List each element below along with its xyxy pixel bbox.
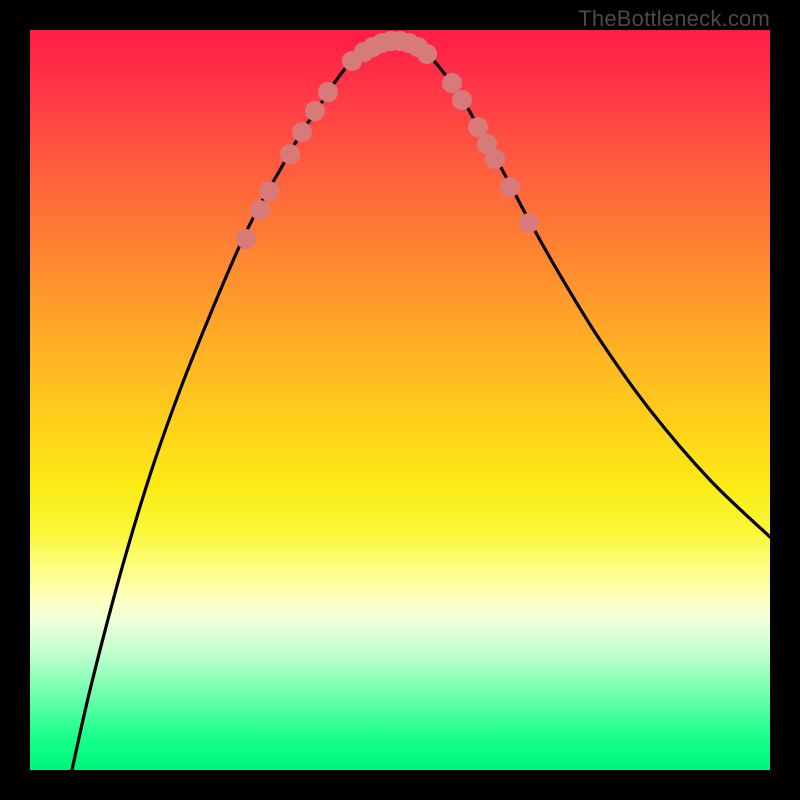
marker-dot: [280, 144, 300, 164]
marker-dot: [305, 101, 325, 121]
marker-dot: [500, 177, 520, 197]
marker-dot: [259, 181, 279, 201]
marker-dot: [468, 117, 488, 137]
chart-container: TheBottleneck.com: [0, 0, 800, 800]
marker-dot: [452, 90, 472, 110]
plot-area: [30, 30, 770, 770]
marker-dot: [236, 229, 256, 249]
highlight-markers: [236, 31, 539, 249]
marker-dot: [519, 213, 539, 233]
bottleneck-curve: [72, 40, 770, 770]
marker-dot: [417, 44, 437, 64]
marker-dot: [442, 73, 462, 93]
marker-dot: [485, 149, 505, 169]
curve-svg: [30, 30, 770, 770]
marker-dot: [250, 200, 270, 220]
marker-dot: [292, 122, 312, 142]
marker-dot: [318, 82, 338, 102]
watermark-text: TheBottleneck.com: [578, 6, 770, 32]
